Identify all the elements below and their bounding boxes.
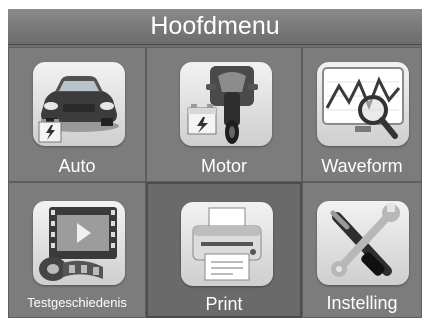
page-title: Hoofdmenu — [8, 9, 422, 45]
tile-label-testgeschiedenis: Testgeschiedenis — [27, 295, 127, 310]
menu-tile-auto[interactable]: Auto — [8, 47, 146, 182]
motorcycle-icon — [180, 62, 272, 146]
printer-icon — [181, 202, 273, 286]
menu-tile-motor[interactable]: Motor — [146, 47, 302, 182]
menu-grid: Auto Motor Waveform Testgeschiedenis Pri… — [8, 47, 422, 318]
film-icon — [33, 201, 125, 285]
menu-tile-print[interactable]: Print — [146, 182, 302, 318]
car-icon — [33, 62, 125, 146]
tile-label-auto: Auto — [58, 156, 96, 176]
tile-label-print: Print — [205, 294, 243, 314]
menu-tile-waveform[interactable]: Waveform — [302, 47, 422, 182]
tools-icon — [317, 201, 409, 285]
tile-label-motor: Motor — [200, 156, 247, 176]
tile-label-waveform: Waveform — [321, 156, 403, 176]
main-menu-screen: Hoofdmenu Auto Motor Waveform Testgeschi… — [8, 9, 422, 318]
menu-tile-instelling[interactable]: Instelling — [302, 182, 422, 318]
waveform-icon — [317, 62, 409, 146]
tile-label-instelling: Instelling — [326, 293, 398, 313]
menu-tile-testgeschiedenis[interactable]: Testgeschiedenis — [8, 182, 146, 318]
